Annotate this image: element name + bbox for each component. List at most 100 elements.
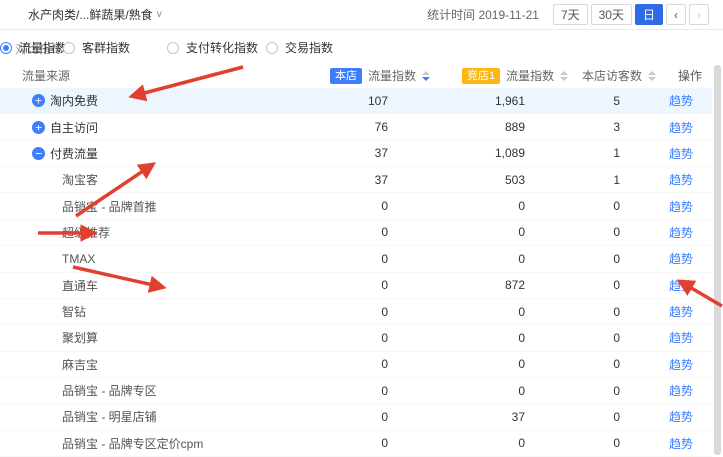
source-cell: 品销宝 - 品牌首推 [0,198,318,215]
visitors-value: 0 [525,278,620,292]
radio-icon[interactable] [167,42,179,54]
action-cell: 趋势 [620,329,710,346]
trend-link[interactable]: 趋势 [669,358,693,372]
trend-link[interactable]: 趋势 [669,305,693,319]
expand-plus-icon[interactable]: + [32,121,45,134]
metric-radio-option[interactable]: 支付转化指数 [167,39,258,56]
trend-link[interactable]: 趋势 [669,94,693,108]
trend-link[interactable]: 趋势 [669,279,693,293]
radio-label: 客群指数 [82,39,130,56]
column-competitor-index: 竞店1 流量指数 [462,67,568,84]
radio-icon[interactable] [266,42,278,54]
trend-link[interactable]: 趋势 [669,147,693,161]
competitor-index-value: 0 [388,384,525,398]
trend-link[interactable]: 趋势 [669,331,693,345]
table-row: 品销宝 - 品牌首推000趋势 [0,193,712,219]
source-cell: 麻吉宝 [0,356,318,373]
visitors-value: 1 [525,146,620,160]
competitor-index-value: 0 [388,357,525,371]
own-index-value: 0 [318,225,388,239]
own-index-value: 37 [318,146,388,160]
own-metric-label: 流量指数 [368,67,416,84]
range-button[interactable]: 30天 [591,4,632,25]
competitor-index-value: 0 [388,199,525,213]
metric-radio-option[interactable]: 客群指数 [63,39,130,56]
own-index-value: 0 [318,357,388,371]
sort-icon[interactable] [648,71,656,81]
trend-link[interactable]: 趋势 [669,173,693,187]
competitor-index-value: 0 [388,436,525,450]
own-index-value: 0 [318,199,388,213]
source-cell: −付费流量 [0,145,318,162]
visitors-value: 0 [525,305,620,319]
radio-label: 交易指数 [285,39,333,56]
table-header: 流量来源 本店 流量指数 竞店1 流量指数 本店访客数 操作 [0,61,712,88]
metric-radio-option[interactable]: 流量指数 [0,39,67,56]
source-label: 淘内免费 [50,92,98,109]
source-cell: 品销宝 - 品牌专区 [0,382,318,399]
source-label: 超级推荐 [62,224,110,241]
visitors-value: 0 [525,199,620,213]
trend-link[interactable]: 趋势 [669,410,693,424]
table-row: 品销宝 - 明星店铺0370趋势 [0,404,712,430]
sort-icon[interactable] [422,71,430,81]
action-cell: 趋势 [620,382,710,399]
range-button[interactable]: 日 [635,4,663,25]
collapse-minus-icon[interactable]: − [32,147,45,160]
trend-link[interactable]: 趋势 [669,384,693,398]
visitors-value: 0 [525,331,620,345]
source-label: 付费流量 [50,145,98,162]
competitor-index-value: 1,961 [388,94,525,108]
competitor-index-value: 889 [388,120,525,134]
trend-link[interactable]: 趋势 [669,437,693,451]
action-cell: 趋势 [620,145,710,162]
date-range-group: 7天30天日‹› [553,4,709,25]
category-breadcrumb[interactable]: 水产肉类/...鲜蔬果/熟食 ∨ [28,6,163,23]
competitor-index-value: 1,089 [388,146,525,160]
competitor-index-value: 0 [388,305,525,319]
table-row: −付费流量371,0891趋势 [0,141,712,167]
own-index-value: 76 [318,120,388,134]
competitor-index-value: 0 [388,331,525,345]
source-cell: 品销宝 - 明星店铺 [0,408,318,425]
range-button[interactable]: › [689,4,709,25]
column-action: 操作 [678,67,702,84]
visitors-value: 3 [525,120,620,134]
chevron-down-icon: ∨ [156,9,163,20]
table-row: 智钻000趋势 [0,299,712,325]
source-cell: 智钻 [0,303,318,320]
expand-plus-icon[interactable]: + [32,94,45,107]
traffic-source-table: +淘内免费1071,9615趋势+自主访问768893趋势−付费流量371,08… [0,88,712,457]
sort-icon[interactable] [560,71,568,81]
own-index-value: 0 [318,252,388,266]
source-label: 自主访问 [50,119,98,136]
trend-link[interactable]: 趋势 [669,226,693,240]
column-source: 流量来源 [22,67,70,84]
own-index-value: 0 [318,384,388,398]
competitor-metric-label: 流量指数 [506,67,554,84]
table-row: TMAX000趋势 [0,246,712,272]
source-cell: 直通车 [0,277,318,294]
source-cell: 超级推荐 [0,224,318,241]
source-cell: 聚划算 [0,329,318,346]
visitors-value: 0 [525,225,620,239]
metric-radio-option[interactable]: 交易指数 [266,39,333,56]
own-index-value: 0 [318,305,388,319]
source-label: 品销宝 - 明星店铺 [62,408,157,425]
top-bar: 水产肉类/...鲜蔬果/熟食 ∨ 统计时间 2019-11-21 7天30天日‹… [0,0,723,30]
visitors-value: 5 [525,94,620,108]
own-index-value: 0 [318,410,388,424]
own-index-value: 107 [318,94,388,108]
visitors-value: 0 [525,357,620,371]
radio-icon[interactable] [63,42,75,54]
range-button[interactable]: 7天 [553,4,588,25]
source-label: 智钻 [62,303,86,320]
scrollbar-thumb[interactable] [714,65,721,455]
trend-link[interactable]: 趋势 [669,121,693,135]
range-button[interactable]: ‹ [666,4,686,25]
own-index-value: 0 [318,331,388,345]
radio-icon[interactable] [0,42,12,54]
trend-link[interactable]: 趋势 [669,200,693,214]
trend-link[interactable]: 趋势 [669,252,693,266]
action-cell: 趋势 [620,119,710,136]
